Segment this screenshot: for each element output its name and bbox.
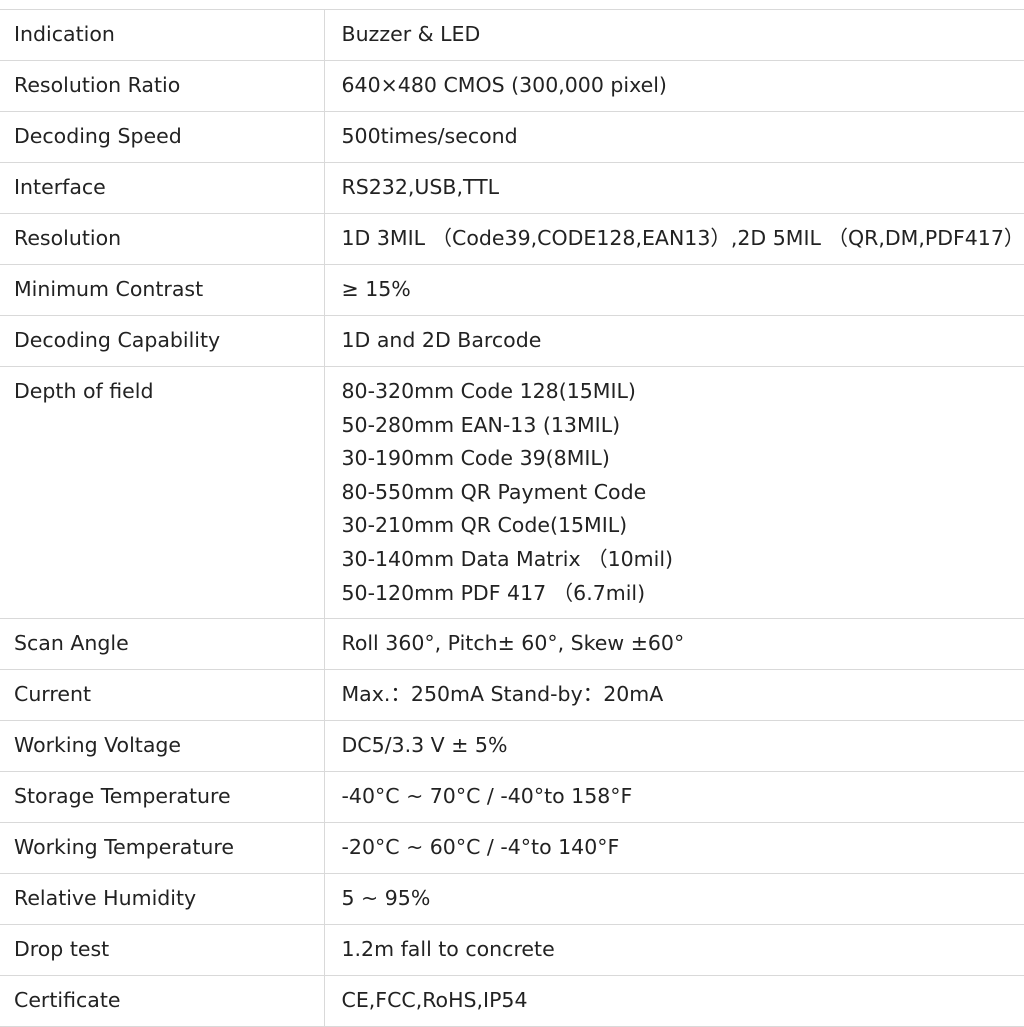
spec-value: 1D and 2D Barcode bbox=[324, 316, 1024, 367]
table-row-interface: Interface RS232,USB,TTL bbox=[0, 163, 1024, 214]
spec-label: Interface bbox=[0, 163, 324, 214]
table-row-relative-humidity: Relative Humidity 5 ~ 95% bbox=[0, 874, 1024, 925]
spec-label: Drop test bbox=[0, 925, 324, 976]
spec-label: Resolution Ratio bbox=[0, 61, 324, 112]
spec-value: Buzzer & LED bbox=[324, 10, 1024, 61]
depth-of-field-line: 80-550mm QR Payment Code bbox=[342, 480, 1024, 514]
table-row-decoding-speed: Decoding Speed 500times/second bbox=[0, 112, 1024, 163]
table-row-minimum-contrast: Minimum Contrast ≥ 15% bbox=[0, 265, 1024, 316]
spec-label: Resolution bbox=[0, 214, 324, 265]
spec-value: -20°C ~ 60°C / -4°to 140°F bbox=[324, 823, 1024, 874]
spec-label: Storage Temperature bbox=[0, 772, 324, 823]
spec-value: 5 ~ 95% bbox=[324, 874, 1024, 925]
spec-value: Roll 360°, Pitch± 60°, Skew ±60° bbox=[324, 619, 1024, 670]
table-row-storage-temperature: Storage Temperature -40°C ~ 70°C / -40°t… bbox=[0, 772, 1024, 823]
spec-value: 500times/second bbox=[324, 112, 1024, 163]
table-row-scan-angle: Scan Angle Roll 360°, Pitch± 60°, Skew ±… bbox=[0, 619, 1024, 670]
depth-of-field-line: 30-140mm Data Matrix （10mil) bbox=[342, 547, 1024, 581]
depth-of-field-line: 80-320mm Code 128(15MIL) bbox=[342, 379, 1024, 413]
spec-value: DC5/3.3 V ± 5% bbox=[324, 721, 1024, 772]
spec-label: Working Temperature bbox=[0, 823, 324, 874]
spec-label: Certificate bbox=[0, 976, 324, 1027]
spec-value: -40°C ~ 70°C / -40°to 158°F bbox=[324, 772, 1024, 823]
spec-value: RS232,USB,TTL bbox=[324, 163, 1024, 214]
spec-label: Minimum Contrast bbox=[0, 265, 324, 316]
spec-value: CE,FCC,RoHS,IP54 bbox=[324, 976, 1024, 1027]
table-row-certificate: Certificate CE,FCC,RoHS,IP54 bbox=[0, 976, 1024, 1027]
spec-table-container: Indication Buzzer & LED Resolution Ratio… bbox=[0, 9, 1024, 1027]
table-row-indication: Indication Buzzer & LED bbox=[0, 10, 1024, 61]
spec-value: 1D 3MIL （Code39,CODE128,EAN13）,2D 5MIL （… bbox=[324, 214, 1024, 265]
table-row-decoding-capability: Decoding Capability 1D and 2D Barcode bbox=[0, 316, 1024, 367]
spec-label: Scan Angle bbox=[0, 619, 324, 670]
table-row-resolution: Resolution 1D 3MIL （Code39,CODE128,EAN13… bbox=[0, 214, 1024, 265]
depth-of-field-line: 30-190mm Code 39(8MIL) bbox=[342, 446, 1024, 480]
spec-label: Decoding Speed bbox=[0, 112, 324, 163]
spec-label: Decoding Capability bbox=[0, 316, 324, 367]
spec-value-list: 80-320mm Code 128(15MIL) 50-280mm EAN-13… bbox=[324, 367, 1024, 619]
spec-label: Working Voltage bbox=[0, 721, 324, 772]
table-row-resolution-ratio: Resolution Ratio 640×480 CMOS (300,000 p… bbox=[0, 61, 1024, 112]
spec-value: Max.：250mA Stand-by：20mA bbox=[324, 670, 1024, 721]
spec-value: 1.2m fall to concrete bbox=[324, 925, 1024, 976]
spec-label: Current bbox=[0, 670, 324, 721]
table-row-drop-test: Drop test 1.2m fall to concrete bbox=[0, 925, 1024, 976]
spec-label: Indication bbox=[0, 10, 324, 61]
table-row-working-temperature: Working Temperature -20°C ~ 60°C / -4°to… bbox=[0, 823, 1024, 874]
spec-label: Relative Humidity bbox=[0, 874, 324, 925]
table-row-depth-of-field: Depth of field 80-320mm Code 128(15MIL) … bbox=[0, 367, 1024, 619]
depth-of-field-line: 50-280mm EAN-13 (13MIL) bbox=[342, 413, 1024, 447]
depth-of-field-line: 50-120mm PDF 417 （6.7mil) bbox=[342, 581, 1024, 615]
table-row-current: Current Max.：250mA Stand-by：20mA bbox=[0, 670, 1024, 721]
spec-value: 640×480 CMOS (300,000 pixel) bbox=[324, 61, 1024, 112]
depth-of-field-line: 30-210mm QR Code(15MIL) bbox=[342, 513, 1024, 547]
table-row-working-voltage: Working Voltage DC5/3.3 V ± 5% bbox=[0, 721, 1024, 772]
spec-label: Depth of field bbox=[0, 367, 324, 619]
spec-table: Indication Buzzer & LED Resolution Ratio… bbox=[0, 9, 1024, 1027]
spec-value: ≥ 15% bbox=[324, 265, 1024, 316]
